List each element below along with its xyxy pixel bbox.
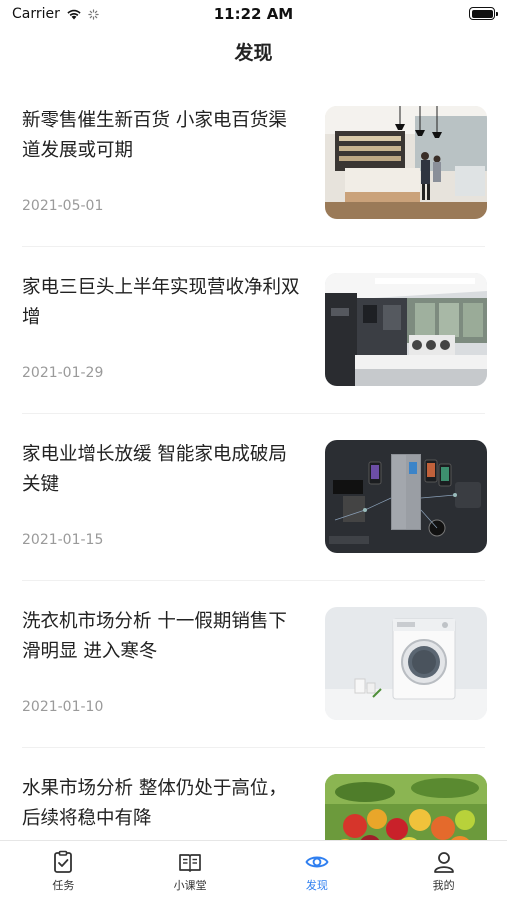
article-title: 家电业增长放缓 智能家电成破局关键 <box>22 444 287 495</box>
article-title: 家电三巨头上半年实现营收净利双增 <box>22 277 300 328</box>
article-date: 2021-05-01 <box>22 198 104 214</box>
tab-label: 小课堂 <box>173 879 207 892</box>
divider <box>22 580 485 581</box>
status-time: 11:22 AM <box>213 5 294 23</box>
tab-label: 发现 <box>305 879 328 892</box>
tab-label: 任务 <box>52 879 75 892</box>
article-thumbnail-washing-machine <box>325 607 487 720</box>
article-item[interactable]: 洗衣机市场分析 十一假期销售下滑明显 进入寒冬 2021-01-10 <box>0 585 507 752</box>
article-thumbnail-store <box>325 106 487 219</box>
article-thumbnail-kitchen <box>325 273 487 386</box>
article-date: 2021-01-29 <box>22 365 104 381</box>
battery-icon <box>469 7 498 20</box>
article-date: 2021-01-15 <box>22 532 104 548</box>
article-item[interactable]: 水果市场分析 整体仍处于高位，后续将稳中有降 <box>0 752 507 840</box>
divider <box>22 413 485 414</box>
tab-bar: 任务 小课堂 发现 我的 <box>0 840 507 900</box>
book-icon <box>179 854 201 872</box>
article-item[interactable]: 新零售催生新百货 小家电百货渠道发展或可期 2021-05-01 <box>0 84 507 251</box>
article-thumbnail-fruit <box>325 774 487 840</box>
status-bar: Carrier 11:22 AM <box>0 0 507 28</box>
article-item[interactable]: 家电业增长放缓 智能家电成破局关键 2021-01-15 <box>0 418 507 585</box>
tab-classroom[interactable]: 小课堂 <box>127 841 254 900</box>
tab-mine[interactable]: 我的 <box>380 841 507 900</box>
article-title: 新零售催生新百货 小家电百货渠道发展或可期 <box>22 110 287 161</box>
article-title: 洗衣机市场分析 十一假期销售下滑明显 进入寒冬 <box>22 611 287 662</box>
eye-icon <box>305 856 329 868</box>
article-item[interactable]: 家电三巨头上半年实现营收净利双增 2021-01-29 <box>0 251 507 418</box>
divider <box>22 246 485 247</box>
tab-label: 我的 <box>432 879 455 892</box>
user-icon <box>433 852 454 873</box>
tab-discover[interactable]: 发现 <box>254 841 381 900</box>
tab-task[interactable]: 任务 <box>0 841 127 900</box>
divider <box>22 747 485 748</box>
article-title: 水果市场分析 整体仍处于高位，后续将稳中有降 <box>22 778 287 829</box>
article-thumbnail-smart-appliances <box>325 440 487 553</box>
task-icon <box>54 850 73 873</box>
article-feed[interactable]: 新零售催生新百货 小家电百货渠道发展或可期 2021-05-01 家电三巨头上半… <box>0 84 507 840</box>
article-date: 2021-01-10 <box>22 699 104 715</box>
page-title: 发现 <box>234 42 273 64</box>
